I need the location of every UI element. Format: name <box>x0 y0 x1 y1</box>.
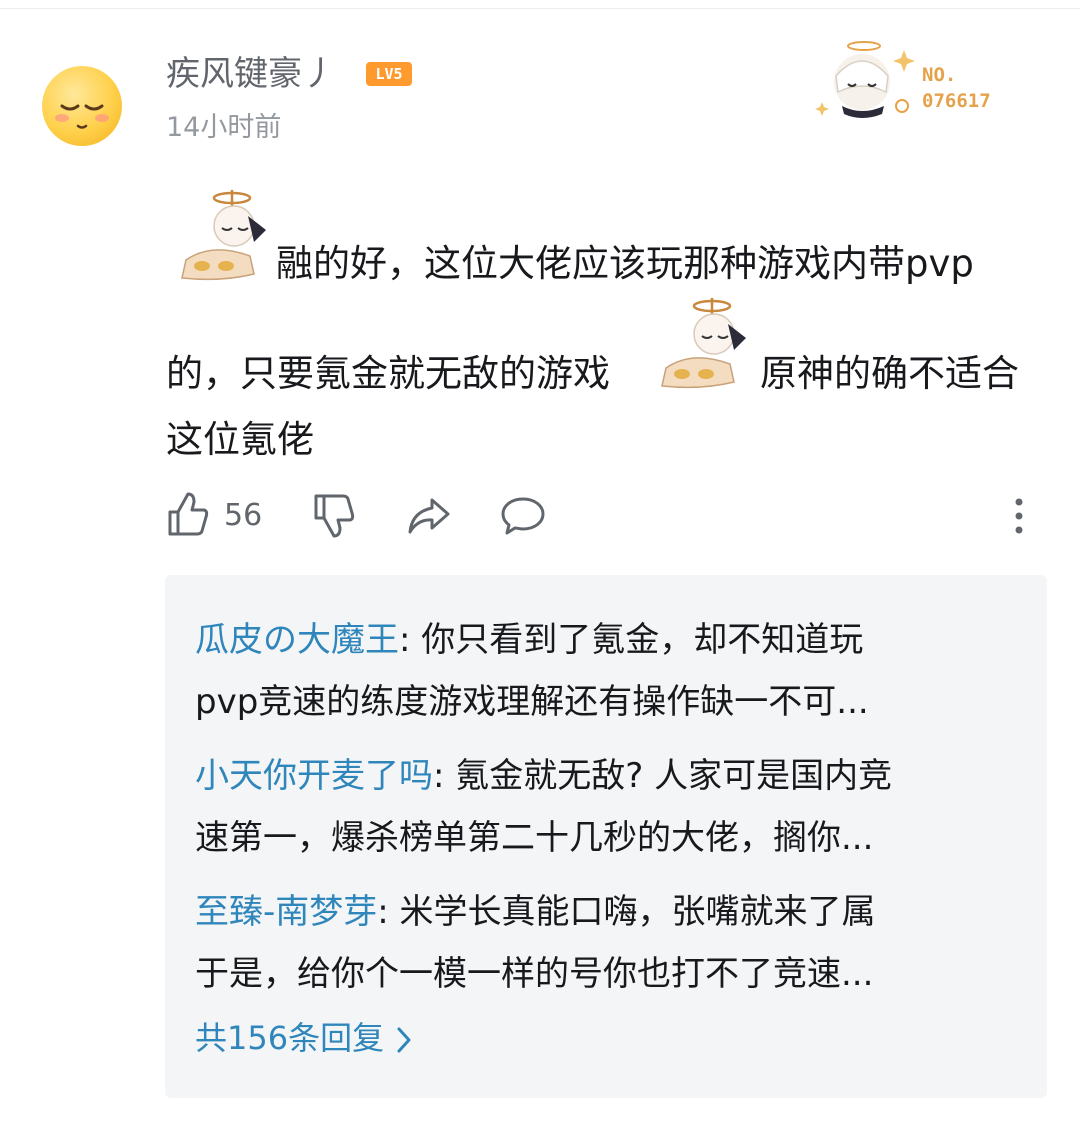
reply-item[interactable]: 瓜皮の大魔王: 你只看到了氪金，却不知道玩 pvp竞速的练度游戏理解还有操作缺一… <box>195 609 1015 733</box>
sleepy-face-icon <box>55 104 109 129</box>
view-all-replies-link[interactable]: 共156条回复 <box>195 1015 414 1061</box>
reply-text-continued: 速第一，爆杀榜单第二十几秒的大佬，搁你... <box>195 818 874 858</box>
reply-text-continued: pvp竞速的练度游戏理解还有操作缺一不可... <box>195 682 869 722</box>
comment-actions: 56 <box>166 490 1046 542</box>
share-icon[interactable] <box>406 494 452 538</box>
reply-icon[interactable] <box>500 494 546 538</box>
more-icon[interactable] <box>1012 494 1026 538</box>
comment-line-4: 这位氪佬 <box>166 418 314 461</box>
username[interactable]: 疾风键豪丿 <box>166 50 336 98</box>
like-icon[interactable] <box>166 490 210 538</box>
reply-text: : 氪金就无敌? 人家可是国内竞 <box>433 756 893 796</box>
comment-line-2: 的，只要氪金就无敌的游戏 <box>166 352 610 395</box>
replies-panel: 瓜皮の大魔王: 你只看到了氪金，却不知道玩 pvp竞速的练度游戏理解还有操作缺一… <box>165 575 1047 1098</box>
fan-badge-label: NO. <box>922 64 957 86</box>
view-all-replies-label: 共156条回复 <box>195 1019 385 1057</box>
sticker-sleeping-icon <box>181 190 266 281</box>
reply-username[interactable]: 瓜皮の大魔王 <box>195 620 399 660</box>
reply-username[interactable]: 至臻-南梦芽 <box>195 892 377 932</box>
timestamp: 14小时前 <box>166 112 282 143</box>
reply-item[interactable]: 小天你开麦了吗: 氪金就无敌? 人家可是国内竞 速第一，爆杀榜单第二十几秒的大佬… <box>195 745 1015 869</box>
reply-text-continued: 于是，给你个一模一样的号你也打不了竞速... <box>195 954 874 994</box>
like-count: 56 <box>224 498 263 533</box>
sticker-sleeping-icon <box>661 298 746 389</box>
chevron-right-icon <box>397 1027 411 1053</box>
reply-text: : 你只看到了氪金，却不知道玩 <box>399 620 864 660</box>
reply-text: : 米学长真能口嗨，张嘴就来了属 <box>377 892 876 932</box>
comment-line-3: 原神的确不适合 <box>760 352 1019 395</box>
fan-badge-icon <box>815 41 915 118</box>
dislike-icon[interactable] <box>312 492 356 540</box>
reply-item[interactable]: 至臻-南梦芽: 米学长真能口嗨，张嘴就来了属 于是，给你个一模一样的号你也打不了… <box>195 881 1015 1005</box>
top-divider <box>0 8 1080 9</box>
comment-line-1: 融的好，这位大佬应该玩那种游戏内带pvp <box>276 242 974 285</box>
fan-badge-number: 076617 <box>922 90 991 112</box>
reply-username[interactable]: 小天你开麦了吗 <box>195 756 433 796</box>
user-avatar[interactable] <box>42 66 122 146</box>
level-badge: LV5 <box>366 62 412 86</box>
